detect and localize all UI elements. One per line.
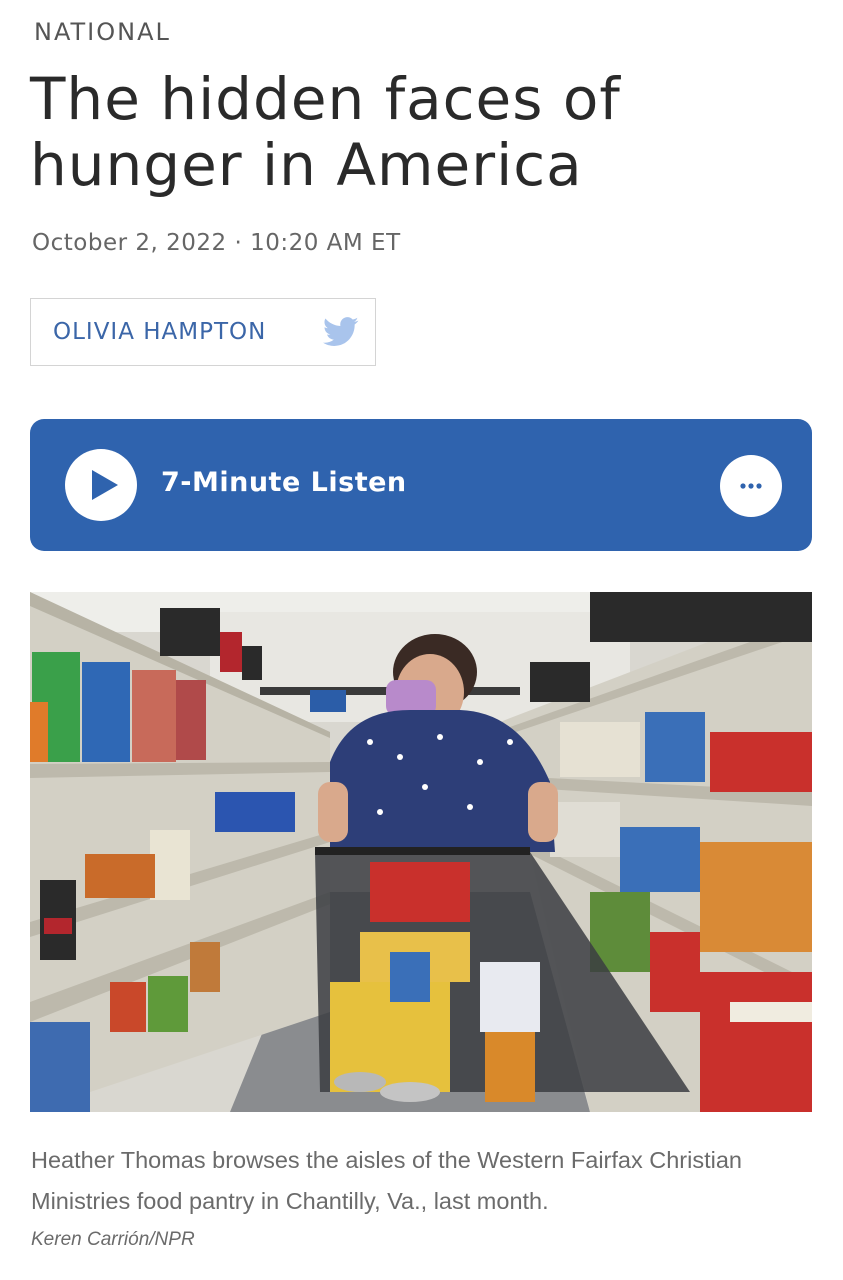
photo-caption: Heather Thomas browses the aisles of the… — [31, 1147, 742, 1214]
article-dateline: October 2, 2022 · 10:20 AM ET — [32, 230, 401, 256]
twitter-icon[interactable] — [323, 316, 359, 348]
play-button[interactable] — [65, 449, 137, 521]
play-icon — [92, 470, 118, 500]
article-photo[interactable] — [30, 592, 812, 1112]
author-name[interactable]: OLIVIA HAMPTON — [53, 319, 266, 345]
section-label[interactable]: NATIONAL — [34, 18, 171, 46]
more-options-button[interactable] — [720, 455, 782, 517]
listen-duration-label[interactable]: 7-Minute Listen — [161, 467, 407, 498]
more-options-icon — [740, 483, 762, 489]
article-headline: The hidden faces of hunger in America — [30, 65, 621, 199]
photo-credit: Keren Carrión/NPR — [31, 1229, 195, 1250]
author-byline[interactable]: OLIVIA HAMPTON — [30, 298, 376, 366]
food-pantry-photo — [30, 592, 812, 1112]
audio-player-bar[interactable]: 7-Minute Listen — [30, 419, 812, 551]
